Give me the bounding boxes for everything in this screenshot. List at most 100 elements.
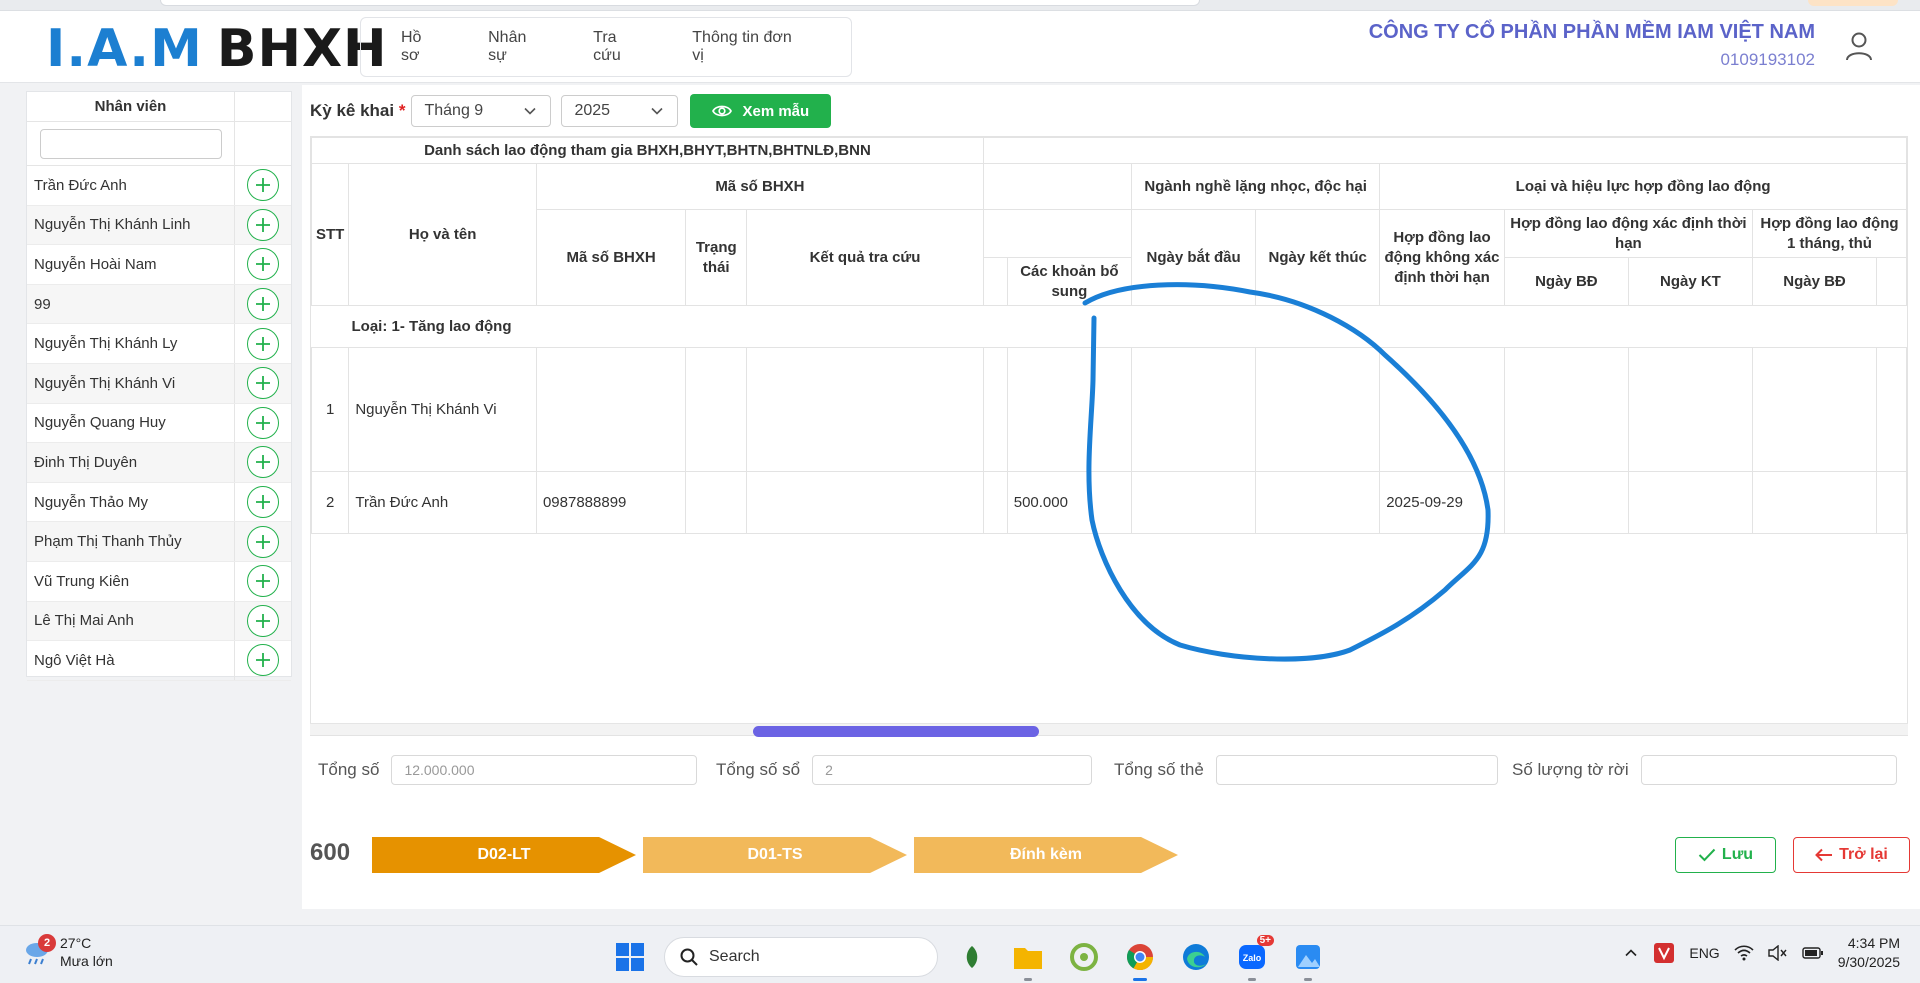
green-app-icon[interactable] <box>1062 935 1106 979</box>
sidebar-employee-item[interactable]: 99 <box>27 284 291 325</box>
add-employee-button[interactable] <box>247 644 279 677</box>
leaf-app-icon[interactable] <box>950 935 994 979</box>
sidebar-employee-item[interactable]: Nguyễn Thị Khánh Vi <box>27 363 291 404</box>
year-select[interactable]: 2025 <box>561 95 679 127</box>
plus-icon <box>256 257 270 272</box>
ma-so-group-header: Mã số BHXH <box>535 163 984 210</box>
row-bo-sung[interactable]: 500.000 <box>1006 471 1133 534</box>
speaker-muted-icon[interactable] <box>1768 945 1788 961</box>
main-content: Kỳ kê khai * Tháng 9 2025 Xem mẫu Danh s… <box>302 85 1920 909</box>
group-title-header: Danh sách lao động tham gia BHXH,BHYT,BH… <box>311 137 984 164</box>
row-ma-so[interactable] <box>535 347 687 472</box>
row-hd-date[interactable]: 2025-09-29 <box>1379 471 1505 534</box>
employee-name: Trần Đức Anh <box>27 166 235 205</box>
red-app-icon[interactable] <box>1653 942 1675 964</box>
step-attachment[interactable]: Đính kèm <box>914 837 1178 873</box>
table-row[interactable]: 1 Nguyễn Thị Khánh Vi <box>311 347 1907 472</box>
sidebar-employee-item[interactable]: Đinh Thị Duyên <box>27 443 291 483</box>
add-employee-button[interactable] <box>247 208 279 241</box>
weather-badge: 2 <box>38 934 56 952</box>
sidebar-employee-item[interactable]: Ngô Việt Hà <box>27 641 291 681</box>
ngay-bat-dau-header: Ngày bắt đầu <box>1131 209 1257 306</box>
labor-table: Danh sách lao động tham gia BHXH,BHYT,BH… <box>311 137 1907 534</box>
ngay-kt-header: Ngày KT <box>1627 257 1753 306</box>
plus-icon <box>256 455 270 470</box>
language-indicator[interactable]: ENG <box>1689 945 1719 961</box>
add-employee-button[interactable] <box>247 486 279 519</box>
view-template-button[interactable]: Xem mẫu <box>690 94 832 128</box>
tong-so-input[interactable]: 12.000.000 <box>391 755 698 785</box>
battery-icon[interactable] <box>1802 946 1824 960</box>
add-employee-button[interactable] <box>247 248 279 281</box>
table-horizontal-scrollbar[interactable] <box>310 723 1908 737</box>
bottom-actions: 600 D02-LT D01-TS Đính kèm Lưu Trở lại <box>310 835 1910 875</box>
sidebar-employee-item[interactable]: Nguyễn Thị Khánh Ly <box>27 324 291 364</box>
name-header: Họ và tên <box>348 163 537 306</box>
sidebar-employee-item[interactable]: Nguyễn Thị Khánh Linh <box>27 205 291 246</box>
row-ma-so[interactable]: 0987888899 <box>535 471 687 534</box>
month-value: Tháng 9 <box>424 102 484 119</box>
photos-icon[interactable] <box>1286 935 1330 981</box>
save-button[interactable]: Lưu <box>1675 837 1776 873</box>
add-employee-button[interactable] <box>247 604 279 637</box>
zalo-icon[interactable]: Zalo 5+ <box>1230 935 1274 981</box>
chevron-down-icon <box>651 107 664 115</box>
wifi-icon[interactable] <box>1734 945 1754 961</box>
add-employee-button[interactable] <box>247 367 279 400</box>
step-d02-lt[interactable]: D02-LT <box>372 837 636 873</box>
sidebar-employee-item[interactable]: Lê Thị Mai Anh <box>27 601 291 642</box>
sidebar-employee-item[interactable]: Nguyễn Hoài Nam <box>27 245 291 285</box>
sidebar-employee-item[interactable]: Vũ Trung Kiên <box>27 561 291 602</box>
plus-icon <box>256 178 270 193</box>
nav-nhan-su[interactable]: Nhân sự <box>488 29 549 65</box>
add-employee-button[interactable] <box>247 525 279 558</box>
sidebar-employee-item[interactable]: Nguyễn Quang Huy <box>27 403 291 444</box>
table-row[interactable]: 2 Trần Đức Anh 0987888899 500.000 2025-0… <box>311 471 1907 534</box>
edge-icon[interactable] <box>1174 935 1218 979</box>
plus-icon <box>256 376 270 391</box>
labor-table-wrapper: Danh sách lao động tham gia BHXH,BHYT,BH… <box>310 136 1908 736</box>
so-luong-input[interactable] <box>1640 755 1897 785</box>
view-template-label: Xem mẫu <box>742 102 810 120</box>
row-hd-date[interactable] <box>1379 347 1505 472</box>
employee-search-input[interactable] <box>39 128 222 159</box>
nav-ho-so[interactable]: Hồ sơ <box>401 29 444 65</box>
add-employee-button[interactable] <box>247 169 279 202</box>
scrollbar-thumb[interactable] <box>753 726 1039 737</box>
employee-name: Nguyễn Hoài Nam <box>27 245 235 284</box>
file-explorer-icon[interactable] <box>1006 935 1050 981</box>
add-employee-button[interactable] <box>247 406 279 439</box>
add-employee-button[interactable] <box>247 288 279 321</box>
employee-name: Nguyễn Thảo My <box>27 482 235 522</box>
employee-name: Đinh Thị Duyên <box>27 443 235 482</box>
windows-start-icon[interactable] <box>608 935 652 979</box>
chevron-up-icon[interactable] <box>1623 945 1639 961</box>
row-name: Trần Đức Anh <box>348 471 537 534</box>
employee-name: Lê Thị Mai Anh <box>27 601 235 641</box>
row-bo-sung[interactable] <box>1006 347 1133 472</box>
step-d01-ts[interactable]: D01-TS <box>643 837 907 873</box>
user-icon[interactable] <box>1842 29 1876 63</box>
zalo-badge: 5+ <box>1256 935 1274 946</box>
nav-tra-cuu[interactable]: Tra cứu <box>593 29 648 65</box>
back-button[interactable]: Trở lại <box>1793 837 1910 873</box>
plus-icon <box>256 534 270 549</box>
app-logo[interactable]: I.A.M BHXH <box>46 19 388 79</box>
chrome-icon[interactable] <box>1118 935 1162 981</box>
month-select[interactable]: Tháng 9 <box>411 95 552 127</box>
tong-so-the-input[interactable] <box>1215 755 1498 785</box>
sidebar-employee-item[interactable]: Phạm Thị Thanh Thủy <box>27 522 291 562</box>
weather-widget[interactable]: 2 27°C Mưa lớn <box>22 934 113 970</box>
nganh-nghe-header: Ngành nghề lặng nhọc, độc hại <box>1131 163 1381 210</box>
nav-thong-tin-don-vi[interactable]: Thông tin đơn vị <box>692 29 807 65</box>
clock[interactable]: 4:34 PM 9/30/2025 <box>1838 934 1900 972</box>
taskbar-search[interactable]: Search <box>664 937 938 977</box>
add-employee-button[interactable] <box>247 327 279 360</box>
tong-so-so-input[interactable]: 2 <box>812 755 1093 785</box>
tong-so-the-field: Tổng số thẻ <box>1114 754 1498 786</box>
browser-top-strip <box>0 0 1920 11</box>
add-employee-button[interactable] <box>247 565 279 598</box>
sidebar-employee-item[interactable]: Nguyễn Thảo My <box>27 482 291 523</box>
sidebar-employee-item[interactable]: Trần Đức Anh <box>27 166 291 206</box>
add-employee-button[interactable] <box>247 446 279 479</box>
